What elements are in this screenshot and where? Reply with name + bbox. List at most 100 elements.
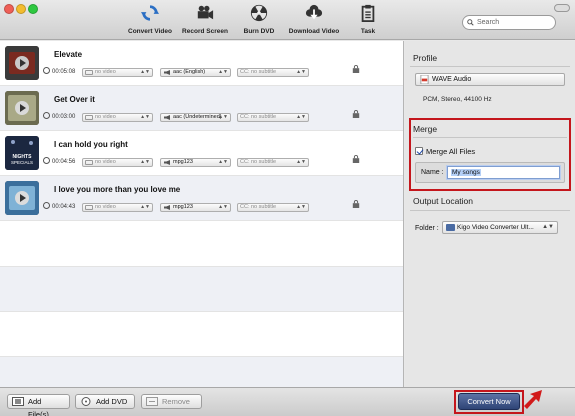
clock-icon [43, 202, 50, 209]
file-thumbnail [5, 91, 39, 125]
file-list: Elevate 00:05:08 no video ▲▼ aac (English… [0, 41, 404, 387]
output-location-heading: Output Location [413, 196, 474, 206]
convert-icon [141, 5, 159, 21]
audio-file-icon [420, 75, 429, 84]
chevron-down-icon: ▲▼ [218, 204, 228, 210]
video-track-select[interactable]: no video ▲▼ [82, 203, 153, 212]
file-thumbnail: NIGHTS SPECIALS [5, 136, 39, 170]
video-track-select[interactable]: no video ▲▼ [82, 68, 153, 77]
chevron-down-icon: ▲▼ [296, 69, 306, 75]
lock-icon[interactable] [352, 65, 360, 73]
clock-icon [43, 67, 50, 74]
clock-icon [43, 112, 50, 119]
toolbar-toggle-button[interactable] [554, 4, 570, 12]
remove-button[interactable]: Remove [141, 394, 202, 409]
zoom-window-button[interactable] [28, 4, 38, 14]
chevron-down-icon: ▲▼ [218, 159, 228, 165]
subtitle-select[interactable]: CC: no subtitle ▲▼ [237, 68, 309, 77]
clock-icon [43, 157, 50, 164]
search-icon [467, 19, 474, 26]
merge-all-checkbox[interactable] [415, 147, 423, 155]
clipboard-icon [361, 4, 375, 22]
task-tool[interactable]: Task [336, 4, 400, 35]
chevron-down-icon: ▲▼ [218, 69, 228, 75]
file-row[interactable]: NIGHTS SPECIALS I can hold you right 00:0… [0, 131, 403, 176]
divider [410, 66, 570, 67]
audio-track-select[interactable]: mpg123 ▲▼ [160, 203, 231, 212]
file-title: I love you more than you love me [54, 185, 181, 194]
output-folder-select[interactable]: Kigo Video Converter Ult... ▲▼ [442, 221, 558, 234]
file-thumbnail [5, 181, 39, 215]
chevron-down-icon: ▲▼ [542, 224, 554, 230]
file-title: I can hold you right [54, 140, 128, 149]
merge-name-field[interactable]: My songs [447, 166, 560, 179]
subtitle-select[interactable]: CC: no subtitle ▲▼ [237, 158, 309, 167]
file-duration: 00:05:08 [43, 67, 75, 75]
profile-value: WAVE Audio [432, 76, 472, 83]
empty-row [0, 221, 403, 267]
convert-now-button[interactable]: Convert Now [458, 393, 520, 410]
file-title: Get Over it [54, 95, 95, 104]
download-icon [305, 4, 323, 20]
merge-name-group: Name : My songs [415, 162, 565, 183]
empty-row [0, 357, 403, 387]
lock-icon[interactable] [352, 200, 360, 208]
bottom-bar: Add File(s) Add DVD Remove Convert Now [0, 387, 575, 416]
name-label: Name : [421, 169, 444, 176]
chevron-down-icon: ▲▼ [140, 69, 150, 75]
disc-icon [81, 397, 91, 406]
divider [413, 137, 567, 138]
folder-icon [446, 224, 455, 231]
profile-select-button[interactable]: WAVE Audio [415, 73, 565, 86]
audio-track-select[interactable]: mpg123 ▲▼ [160, 158, 231, 167]
empty-row [0, 312, 403, 357]
file-title: Elevate [54, 50, 83, 59]
empty-row [0, 267, 403, 312]
minimize-window-button[interactable] [16, 4, 26, 14]
subtitle-select[interactable]: CC: no subtitle ▲▼ [237, 203, 309, 212]
radiation-icon [250, 4, 268, 22]
file-duration: 00:04:43 [43, 202, 75, 210]
camera-icon [197, 5, 214, 20]
folder-label: Folder : [415, 225, 439, 232]
video-track-select[interactable]: no video ▲▼ [82, 113, 153, 122]
speaker-icon [163, 160, 171, 165]
task-label: Task [360, 28, 376, 35]
divider [410, 210, 570, 211]
film-icon [85, 115, 93, 120]
thumb-text-line2: SPECIALS [11, 160, 33, 165]
chevron-down-icon: ▲▼ [296, 204, 306, 210]
lock-icon[interactable] [352, 110, 360, 118]
close-window-button[interactable] [4, 4, 14, 14]
merge-all-label[interactable]: Merge All Files [426, 147, 475, 156]
add-files-button[interactable]: Add File(s) [7, 394, 70, 416]
settings-panel: Profile WAVE Audio PCM, Stereo, 44100 Hz… [405, 41, 575, 387]
file-row[interactable]: Elevate 00:05:08 no video ▲▼ aac (English… [0, 41, 403, 86]
search-input[interactable]: Search [462, 15, 556, 30]
profile-heading: Profile [413, 53, 438, 63]
video-track-select[interactable]: no video ▲▼ [82, 158, 153, 167]
file-duration: 00:04:56 [43, 157, 75, 165]
speaker-icon [163, 115, 171, 120]
file-row[interactable]: I love you more than you love me 00:04:4… [0, 176, 403, 221]
add-dvd-button[interactable]: Add DVD [75, 394, 135, 409]
lock-icon[interactable] [352, 155, 360, 163]
pointer-arrow-icon [524, 390, 542, 409]
chevron-down-icon: ▲▼ [140, 159, 150, 165]
subtitle-select[interactable]: CC: no subtitle ▲▼ [237, 113, 309, 122]
merge-heading: Merge [413, 124, 438, 134]
speaker-icon [163, 205, 171, 210]
file-row[interactable]: Get Over it 00:03:00 no video ▲▼ aac (Und… [0, 86, 403, 131]
audio-track-select[interactable]: aac (English) ▲▼ [160, 68, 231, 77]
film-icon [85, 205, 93, 210]
speaker-icon [163, 70, 171, 75]
chevron-down-icon: ▲▼ [296, 159, 306, 165]
file-duration: 00:03:00 [43, 112, 75, 120]
chevron-down-icon: ▲▼ [140, 204, 150, 210]
film-add-icon [12, 397, 24, 406]
file-thumbnail [5, 46, 39, 80]
audio-track-select[interactable]: aac (Undetermined) ▲▼ [160, 113, 231, 122]
chevron-down-icon: ▲▼ [218, 114, 228, 120]
chevron-down-icon: ▲▼ [296, 114, 306, 120]
toolbar: Convert Video Record Screen Burn DVD Dow… [0, 0, 575, 40]
